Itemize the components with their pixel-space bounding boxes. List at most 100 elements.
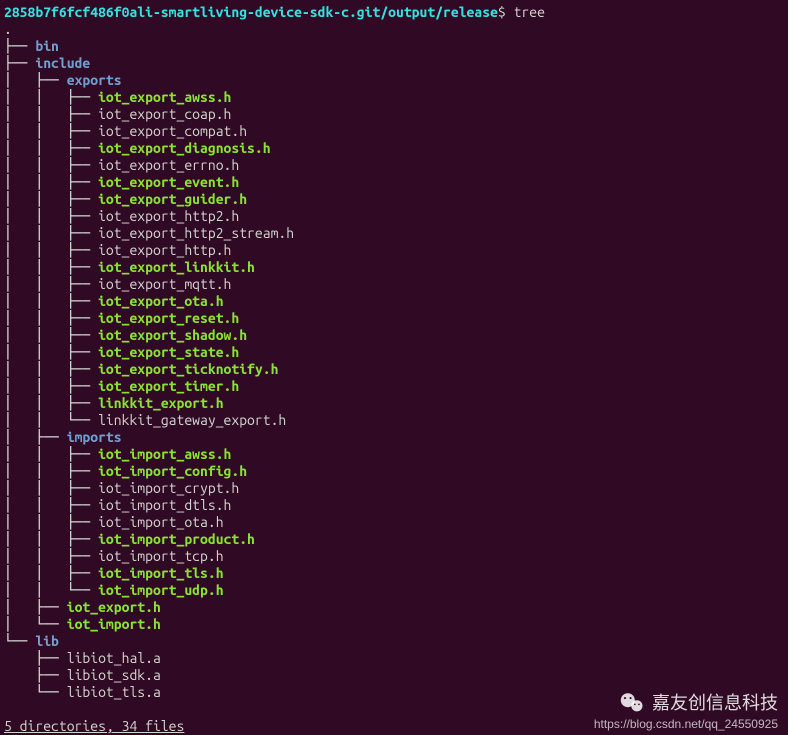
tree-row: │ │ ├── iot_import_dtls.h bbox=[4, 497, 784, 514]
file-name: iot_export_compat.h bbox=[98, 123, 247, 139]
file-name: iot_export_guider.h bbox=[98, 191, 247, 207]
tree-branch: │ │ ├── bbox=[4, 344, 98, 360]
dir-name: bin bbox=[35, 38, 59, 54]
file-name: libiot_hal.a bbox=[67, 650, 161, 666]
tree-branch: └── bbox=[4, 633, 35, 649]
tree-branch: │ │ ├── bbox=[4, 565, 98, 581]
file-name: linkkit_gateway_export.h bbox=[98, 412, 286, 428]
tree-branch: │ │ ├── bbox=[4, 548, 98, 564]
prompt-path: 2858b7f6fcf486f0ali-smartliving-device-s… bbox=[4, 4, 498, 20]
tree-branch: │ │ ├── bbox=[4, 242, 98, 258]
tree-branch: │ │ └── bbox=[4, 412, 98, 428]
tree-row: │ │ ├── iot_import_crypt.h bbox=[4, 480, 784, 497]
tree-row: │ │ ├── linkkit_export.h bbox=[4, 395, 784, 412]
tree-row: │ │ └── iot_import_udp.h bbox=[4, 582, 784, 599]
tree-row: │ ├── imports bbox=[4, 429, 784, 446]
tree-row: ├── libiot_sdk.a bbox=[4, 667, 784, 684]
tree-row: │ │ ├── iot_export_compat.h bbox=[4, 123, 784, 140]
tree-output: ├── bin├── include│ ├── exports│ │ ├── i… bbox=[4, 38, 784, 701]
file-name: iot_import_dtls.h bbox=[98, 497, 231, 513]
tree-branch: ├── bbox=[4, 650, 67, 666]
tree-branch: │ │ ├── bbox=[4, 157, 98, 173]
file-name: libiot_sdk.a bbox=[67, 667, 161, 683]
file-name: iot_import_tcp.h bbox=[98, 548, 223, 564]
tree-row: │ │ ├── iot_import_tcp.h bbox=[4, 548, 784, 565]
tree-branch: │ │ ├── bbox=[4, 327, 98, 343]
tree-row: │ │ ├── iot_export_ticknotify.h bbox=[4, 361, 784, 378]
tree-row: │ │ ├── iot_export_awss.h bbox=[4, 89, 784, 106]
tree-branch: │ ├── bbox=[4, 429, 67, 445]
dir-name: imports bbox=[67, 429, 122, 445]
tree-branch: │ │ ├── bbox=[4, 480, 98, 496]
prompt-dollar: $ bbox=[498, 4, 506, 20]
tree-row: │ │ ├── iot_export_http2_stream.h bbox=[4, 225, 784, 242]
file-name: iot_export_ticknotify.h bbox=[98, 361, 278, 377]
tree-row: │ └── iot_import.h bbox=[4, 616, 784, 633]
tree-row: ├── include bbox=[4, 55, 784, 72]
tree-branch: │ │ ├── bbox=[4, 106, 98, 122]
tree-row: │ │ ├── iot_export_guider.h bbox=[4, 191, 784, 208]
file-name: iot_export_reset.h bbox=[98, 310, 239, 326]
file-name: iot_import_config.h bbox=[98, 463, 247, 479]
tree-branch: │ │ ├── bbox=[4, 361, 98, 377]
prompt-line: 2858b7f6fcf486f0ali-smartliving-device-s… bbox=[4, 4, 784, 21]
file-name: libiot_tls.a bbox=[67, 684, 161, 700]
file-name: iot_export_state.h bbox=[98, 344, 239, 360]
file-name: iot_import_awss.h bbox=[98, 446, 231, 462]
tree-row: ├── libiot_hal.a bbox=[4, 650, 784, 667]
tree-branch: ├── bbox=[4, 55, 35, 71]
file-name: iot_export_mqtt.h bbox=[98, 276, 231, 292]
tree-row: │ │ ├── iot_export_coap.h bbox=[4, 106, 784, 123]
file-name: iot_import_crypt.h bbox=[98, 480, 239, 496]
file-name: linkkit_export.h bbox=[98, 395, 223, 411]
tree-branch: │ │ ├── bbox=[4, 259, 98, 275]
file-name: iot_export.h bbox=[67, 599, 161, 615]
tree-row: │ │ ├── iot_export_timer.h bbox=[4, 378, 784, 395]
tree-branch: │ │ ├── bbox=[4, 463, 98, 479]
file-name: iot_export_diagnosis.h bbox=[98, 140, 270, 156]
command: tree bbox=[514, 4, 545, 20]
file-name: iot_export_errno.h bbox=[98, 157, 239, 173]
tree-row: ├── bin bbox=[4, 38, 784, 55]
tree-row: │ │ ├── iot_import_config.h bbox=[4, 463, 784, 480]
tree-row: │ │ ├── iot_import_awss.h bbox=[4, 446, 784, 463]
file-name: iot_export_coap.h bbox=[98, 106, 231, 122]
tree-branch: │ │ ├── bbox=[4, 225, 98, 241]
tree-branch: │ │ ├── bbox=[4, 191, 98, 207]
tree-branch: │ │ ├── bbox=[4, 89, 98, 105]
tree-row: └── lib bbox=[4, 633, 784, 650]
tree-root: . bbox=[4, 21, 784, 38]
tree-branch: │ │ ├── bbox=[4, 276, 98, 292]
dir-name: lib bbox=[35, 633, 59, 649]
tree-branch: │ └── bbox=[4, 616, 67, 632]
file-name: iot_export_timer.h bbox=[98, 378, 239, 394]
file-name: iot_export_awss.h bbox=[98, 89, 231, 105]
tree-branch: │ │ ├── bbox=[4, 446, 98, 462]
tree-branch: │ │ ├── bbox=[4, 395, 98, 411]
file-name: iot_import_ota.h bbox=[98, 514, 223, 530]
file-name: iot_import_product.h bbox=[98, 531, 255, 547]
file-name: iot_export_event.h bbox=[98, 174, 239, 190]
file-name: iot_import_udp.h bbox=[98, 582, 223, 598]
tree-branch: │ │ ├── bbox=[4, 293, 98, 309]
file-name: iot_export_http.h bbox=[98, 242, 231, 258]
file-name: iot_export_http2_stream.h bbox=[98, 225, 294, 241]
file-name: iot_export_http2.h bbox=[98, 208, 239, 224]
tree-branch: └── bbox=[4, 684, 67, 700]
tree-row: │ ├── exports bbox=[4, 72, 784, 89]
tree-branch: │ │ ├── bbox=[4, 497, 98, 513]
file-name: iot_export_shadow.h bbox=[98, 327, 247, 343]
tree-branch: │ │ ├── bbox=[4, 123, 98, 139]
file-name: iot_import.h bbox=[67, 616, 161, 632]
tree-row: │ │ ├── iot_import_tls.h bbox=[4, 565, 784, 582]
watermark-url: https://blog.csdn.net/qq_24550925 bbox=[594, 716, 778, 733]
dir-name: include bbox=[35, 55, 90, 71]
tree-branch: │ │ ├── bbox=[4, 208, 98, 224]
tree-branch: │ ├── bbox=[4, 599, 67, 615]
tree-branch: │ │ └── bbox=[4, 582, 98, 598]
tree-row: │ │ ├── iot_export_errno.h bbox=[4, 157, 784, 174]
tree-row: │ │ └── linkkit_gateway_export.h bbox=[4, 412, 784, 429]
tree-row: │ │ ├── iot_export_diagnosis.h bbox=[4, 140, 784, 157]
tree-row: │ ├── iot_export.h bbox=[4, 599, 784, 616]
tree-branch: │ │ ├── bbox=[4, 378, 98, 394]
